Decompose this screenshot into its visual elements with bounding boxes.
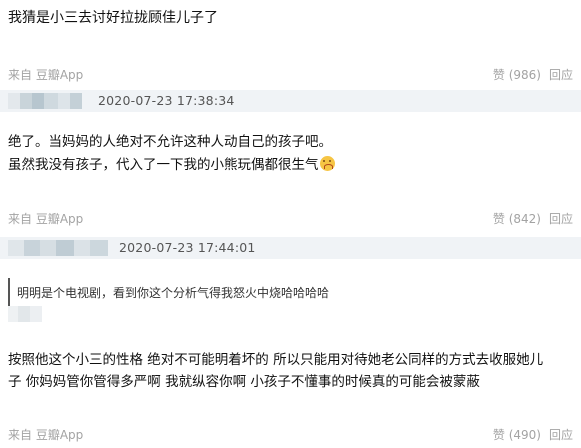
blurred-quote-author [8, 306, 42, 322]
reply-button[interactable]: 回应 [549, 426, 573, 443]
comment-header: 2020-07-23 17:44:01 [0, 237, 581, 259]
comment-meta: 来自 豆瓣App 赞 (986) 回应 [8, 66, 573, 84]
comment-actions: 赞 (842) 回应 [493, 210, 573, 227]
comment-text: 我猜是小三去讨好拉拢顾佳儿子了 [8, 10, 218, 26]
comment-timestamp: 2020-07-23 17:38:34 [98, 93, 235, 108]
quoted-reply: 明明是个电视剧，看到你这个分析气得我怒火中烧哈哈哈哈 [8, 278, 573, 306]
comment-text-line: 虽然我没有孩子，代入了一下我的小熊玩偶都很生气 [8, 153, 335, 173]
source-label: 来自 豆瓣App [8, 428, 84, 442]
comment-text-line: 绝了。当妈妈的人绝对不允许这种人动自己的孩子吧。 [8, 134, 332, 150]
like-label: 赞 [492, 428, 505, 442]
comment-text-line: 子 你妈妈管你管得多严啊 我就纵容你啊 小孩子不懂事的时候真的可能会被蒙蔽 [8, 374, 480, 390]
reply-button[interactable]: 回应 [549, 210, 573, 227]
source-label: 来自 豆瓣App [8, 212, 84, 226]
comment-meta: 来自 豆瓣App 赞 (842) 回应 [8, 210, 573, 228]
like-count: (842) [508, 212, 541, 226]
like-count: (490) [508, 428, 541, 442]
comment-header: 2020-07-23 17:38:34 [0, 90, 581, 112]
source-label: 来自 豆瓣App [8, 68, 84, 82]
comment-meta: 来自 豆瓣App 赞 (490) 回应 [8, 426, 573, 444]
comment-text: 虽然我没有孩子，代入了一下我的小熊玩偶都很生气 [8, 157, 319, 173]
like-count: (986) [508, 68, 541, 82]
comment-text-line: 按照他这个小三的性格 绝对不可能明着坏的 所以只能用对待她老公同样的方式去收服她… [8, 352, 544, 368]
blurred-username [8, 240, 108, 256]
comment-actions: 赞 (490) 回应 [493, 426, 573, 443]
like-button[interactable]: 赞 (986) [493, 66, 541, 83]
reply-button[interactable]: 回应 [549, 66, 573, 83]
comment-timestamp: 2020-07-23 17:44:01 [119, 240, 256, 255]
comment-actions: 赞 (986) 回应 [493, 66, 573, 83]
like-label: 赞 [492, 68, 505, 82]
like-button[interactable]: 赞 (490) [493, 426, 541, 443]
quote-text: 明明是个电视剧，看到你这个分析气得我怒火中烧哈哈哈哈 [17, 286, 330, 300]
blurred-username [8, 93, 82, 109]
angry-face-icon [319, 156, 335, 171]
like-button[interactable]: 赞 (842) [493, 210, 541, 227]
like-label: 赞 [492, 212, 505, 226]
